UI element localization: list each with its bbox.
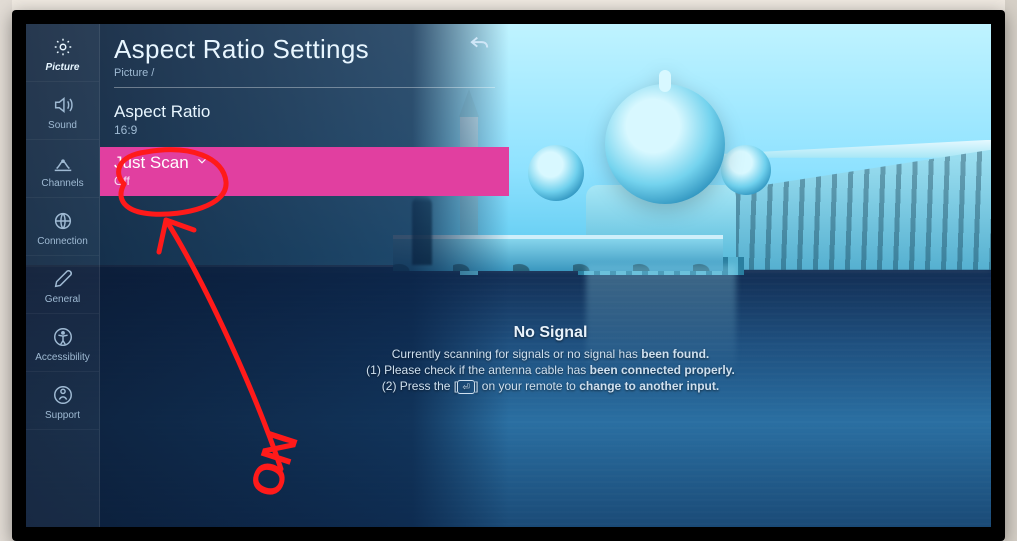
setting-just-scan[interactable]: Just Scan Off <box>100 147 509 196</box>
sidebar-item-label: Picture <box>26 62 99 73</box>
back-icon[interactable] <box>469 34 491 57</box>
settings-sidebar: Picture Sound Channels <box>26 24 100 527</box>
setting-label: Just Scan <box>114 153 189 173</box>
room-wall-top <box>0 0 1017 10</box>
chevron-down-icon <box>195 153 209 173</box>
page-title: Aspect Ratio Settings <box>114 34 495 65</box>
sidebar-item-connection[interactable]: Connection <box>26 198 99 256</box>
tv-frame: Picture Sound Channels <box>12 10 1005 541</box>
accessibility-icon <box>26 324 99 350</box>
setting-value: Off <box>114 174 495 188</box>
sidebar-item-channels[interactable]: Channels <box>26 140 99 198</box>
tv-screen: Picture Sound Channels <box>26 24 991 527</box>
sidebar-item-support[interactable]: Support <box>26 372 99 430</box>
no-signal-title: No Signal <box>114 324 987 342</box>
input-button-icon: ⏎ <box>457 380 475 394</box>
setting-value: 16:9 <box>114 123 495 137</box>
sidebar-item-label: Sound <box>26 120 99 131</box>
sidebar-item-accessibility[interactable]: Accessibility <box>26 314 99 372</box>
sidebar-item-sound[interactable]: Sound <box>26 82 99 140</box>
setting-label: Aspect Ratio <box>114 102 495 122</box>
sidebar-item-label: General <box>26 294 99 305</box>
sidebar-item-label: Connection <box>26 236 99 247</box>
room-wall-right <box>1005 0 1017 541</box>
picture-icon <box>26 34 99 60</box>
sidebar-item-picture[interactable]: Picture <box>26 24 99 82</box>
settings-panel: Aspect Ratio Settings Picture / Aspect R… <box>100 24 509 527</box>
setting-aspect-ratio[interactable]: Aspect Ratio 16:9 <box>114 98 495 143</box>
sidebar-item-general[interactable]: General <box>26 256 99 314</box>
general-icon <box>26 266 99 292</box>
room-wall-left <box>0 0 12 541</box>
no-signal-message: No Signal Currently scanning for signals… <box>114 324 987 395</box>
connection-icon <box>26 208 99 234</box>
divider <box>114 87 495 88</box>
sidebar-item-label: Accessibility <box>26 352 99 363</box>
sound-icon <box>26 92 99 118</box>
support-icon <box>26 382 99 408</box>
sidebar-item-label: Support <box>26 410 99 421</box>
breadcrumb: Picture / <box>114 67 495 79</box>
sidebar-item-label: Channels <box>26 178 99 189</box>
settings-overlay: Picture Sound Channels <box>26 24 509 527</box>
channels-icon <box>26 150 99 176</box>
